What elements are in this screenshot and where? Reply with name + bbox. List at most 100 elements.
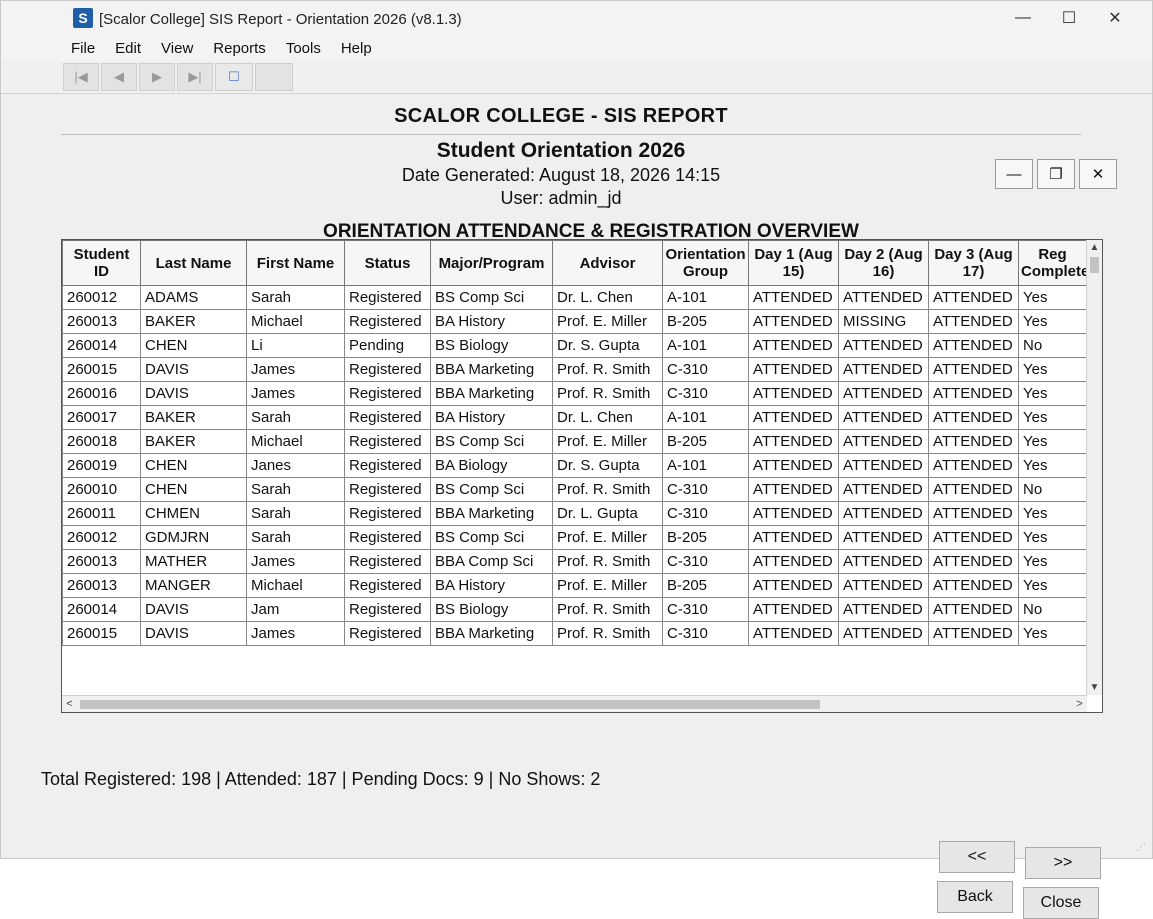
- table-row[interactable]: 260019 CHEN Janes Registered BA Biology Dr. S…: [62, 453, 1087, 478]
- table-cell: BS Biology: [430, 333, 553, 358]
- previous-page-icon[interactable]: ◀: [101, 63, 137, 91]
- report-restore-button[interactable]: ❐: [1037, 159, 1075, 189]
- table-cell: Prof. R. Smith: [552, 381, 663, 406]
- table-cell: C-310: [662, 501, 749, 526]
- menu-edit[interactable]: Edit: [115, 40, 141, 57]
- table-cell: ATTENDED: [928, 285, 1019, 310]
- column-header[interactable]: Advisor: [552, 240, 663, 286]
- table-row[interactable]: 260011 CHMEN Sarah Registered BBA Marketing D…: [62, 501, 1087, 526]
- table-cell: Yes: [1018, 549, 1087, 574]
- report-title: Student Orientation 2026: [436, 139, 686, 162]
- menu-view[interactable]: View: [161, 40, 193, 57]
- next-button[interactable]: >>: [1025, 847, 1101, 879]
- table-cell: Sarah: [246, 477, 345, 502]
- previous-button[interactable]: <<: [939, 841, 1015, 873]
- vertical-scroll-thumb[interactable]: [1090, 257, 1099, 273]
- column-header[interactable]: Major/Program: [430, 240, 553, 286]
- menu-file[interactable]: File: [71, 40, 95, 57]
- page-view-icon[interactable]: ☐: [215, 63, 253, 91]
- table-cell: DAVIS: [140, 381, 247, 406]
- horizontal-scroll-thumb[interactable]: [80, 700, 820, 709]
- table-row[interactable]: 260015 DAVIS James Registered BBA Marketing P…: [62, 621, 1087, 646]
- column-header[interactable]: Last Name: [140, 240, 247, 286]
- table-cell: B-205: [662, 429, 749, 454]
- column-header[interactable]: Student ID: [62, 240, 141, 286]
- table-cell: BBA Marketing: [430, 381, 553, 406]
- menu-reports[interactable]: Reports: [213, 40, 266, 57]
- close-window-button[interactable]: ✕: [1092, 3, 1138, 33]
- report-minimize-button[interactable]: —: [995, 159, 1033, 189]
- table-row[interactable]: 260014 CHEN Li Pending BS Biology Dr. S. Gupt…: [62, 333, 1087, 358]
- vertical-scrollbar[interactable]: ▲ ▼: [1086, 240, 1102, 695]
- scroll-up-icon[interactable]: ▲: [1087, 240, 1102, 255]
- table-cell: ATTENDED: [838, 597, 929, 622]
- table-row[interactable]: 260018 BAKER Michael Registered BS Comp Sci P…: [62, 429, 1087, 454]
- table-cell: Jam: [246, 597, 345, 622]
- toolbar-blank-button[interactable]: [255, 63, 293, 91]
- column-header[interactable]: Day 3 (Aug 17): [928, 240, 1019, 286]
- table-cell: BA History: [430, 309, 553, 334]
- table-cell: MANGER: [140, 573, 247, 598]
- table-cell: BAKER: [140, 429, 247, 454]
- table-row[interactable]: 260013 MANGER Michael Registered BA History P…: [62, 573, 1087, 598]
- report-header: SCALOR COLLEGE - SIS REPORT Student Orie…: [21, 105, 1117, 243]
- table-cell: BBA Marketing: [430, 621, 553, 646]
- table-cell: Registered: [344, 381, 431, 406]
- table-row[interactable]: 260015 DAVIS James Registered BBA Marketing P…: [62, 357, 1087, 382]
- table-cell: James: [246, 621, 345, 646]
- first-page-icon[interactable]: |◀: [63, 63, 99, 91]
- back-button[interactable]: Back: [937, 881, 1013, 913]
- table-cell: Prof. E. Miller: [552, 525, 663, 550]
- table-cell: ATTENDED: [838, 573, 929, 598]
- menu-tools[interactable]: Tools: [286, 40, 321, 57]
- table-cell: ATTENDED: [838, 501, 929, 526]
- scroll-down-icon[interactable]: ▼: [1087, 680, 1102, 695]
- table-cell: No: [1018, 477, 1087, 502]
- table-cell: 260014: [62, 597, 141, 622]
- column-header[interactable]: Reg Complete?: [1018, 240, 1099, 286]
- report-close-button[interactable]: ✕: [1079, 159, 1117, 189]
- table-cell: ATTENDED: [748, 597, 839, 622]
- horizontal-scrollbar[interactable]: < >: [62, 695, 1087, 712]
- table-row[interactable]: 260013 BAKER Michael Registered BA History Pr…: [62, 309, 1087, 334]
- table-cell: CHEN: [140, 453, 247, 478]
- table-cell: CHEN: [140, 333, 247, 358]
- scroll-right-icon[interactable]: >: [1072, 696, 1087, 712]
- table-cell: ATTENDED: [838, 453, 929, 478]
- column-header[interactable]: Orientation Group: [662, 240, 749, 286]
- next-page-icon[interactable]: ▶: [139, 63, 175, 91]
- table-cell: ATTENDED: [928, 453, 1019, 478]
- date-generated: Date Generated: August 18, 2026 14:15: [401, 165, 721, 185]
- table-cell: 260015: [62, 621, 141, 646]
- table-row[interactable]: 260010 CHEN Sarah Registered BS Comp Sci Prof…: [62, 477, 1087, 502]
- table-row[interactable]: 260017 BAKER Sarah Registered BA History Dr. …: [62, 405, 1087, 430]
- report-panel: SCALOR COLLEGE - SIS REPORT Student Orie…: [21, 97, 1117, 919]
- close-button[interactable]: Close: [1023, 887, 1099, 919]
- table-cell: No: [1018, 597, 1087, 622]
- last-page-icon[interactable]: ▶|: [177, 63, 213, 91]
- column-header[interactable]: Day 2 (Aug 16): [838, 240, 929, 286]
- table-cell: A-101: [662, 405, 749, 430]
- table-row[interactable]: 260014 DAVIS Jam Registered BS Biology Prof. …: [62, 597, 1087, 622]
- table-cell: C-310: [662, 357, 749, 382]
- column-header[interactable]: Day 1 (Aug 15): [748, 240, 839, 286]
- minimize-button[interactable]: —: [1000, 3, 1046, 33]
- table-cell: ATTENDED: [748, 357, 839, 382]
- table-row[interactable]: 260016 DAVIS James Registered BBA Marketing P…: [62, 381, 1087, 406]
- table-cell: Yes: [1018, 285, 1087, 310]
- table-row[interactable]: 260012 GDMJRN Sarah Registered BS Comp Sci Pr…: [62, 525, 1087, 550]
- menu-help[interactable]: Help: [341, 40, 372, 57]
- table-cell: Yes: [1018, 501, 1087, 526]
- column-header[interactable]: First Name: [246, 240, 345, 286]
- maximize-button[interactable]: ☐: [1046, 3, 1092, 33]
- table-cell: C-310: [662, 621, 749, 646]
- scroll-left-icon[interactable]: <: [62, 696, 77, 712]
- table-cell: A-101: [662, 453, 749, 478]
- resize-grip-icon[interactable]: ⋰: [1136, 842, 1146, 853]
- table-cell: Yes: [1018, 357, 1087, 382]
- table-row[interactable]: 260012 ADAMS Sarah Registered BS Comp Sci Dr.…: [62, 285, 1087, 310]
- table-cell: Dr. L. Gupta: [552, 501, 663, 526]
- column-header[interactable]: Status: [344, 240, 431, 286]
- table-row[interactable]: 260013 MATHER James Registered BBA Comp Sci P…: [62, 549, 1087, 574]
- table-cell: ATTENDED: [748, 549, 839, 574]
